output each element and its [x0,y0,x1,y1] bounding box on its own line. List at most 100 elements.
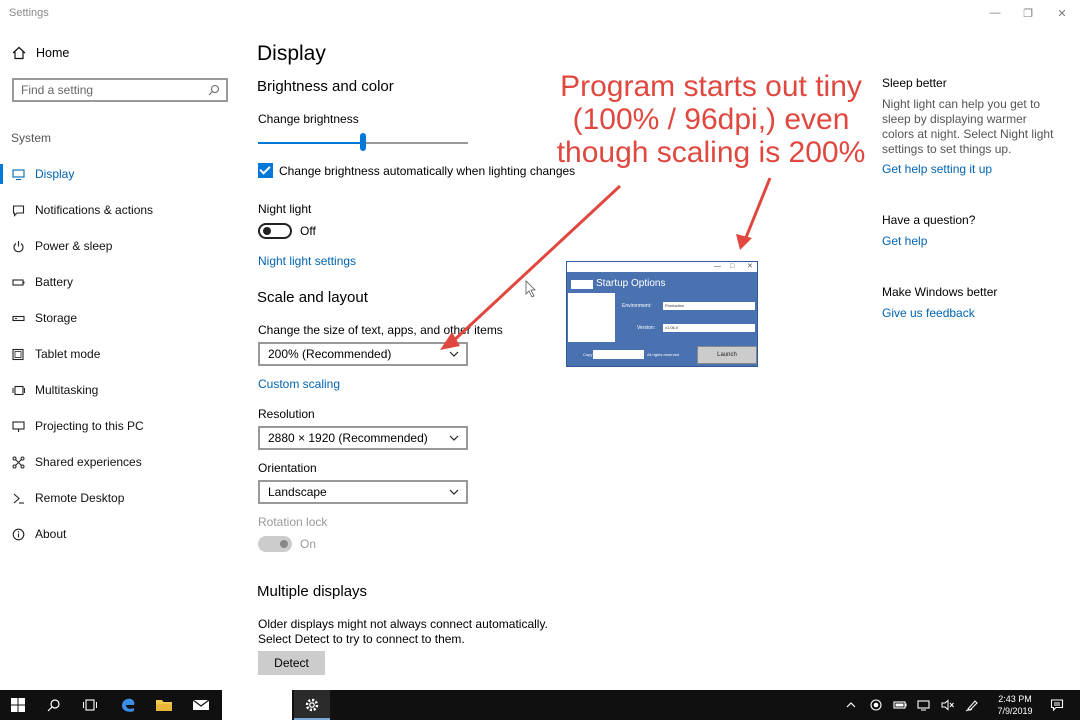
brightness-label: Change brightness [258,112,359,126]
orientation-dropdown-value: Landscape [268,485,327,499]
multiple-displays-description: Older displays might not always connect … [258,617,548,646]
action-center-icon [1050,699,1064,712]
search-input[interactable]: Find a setting [12,78,228,102]
sidebar-item-shared-experiences[interactable]: Shared experiences [0,444,240,480]
file-explorer-button[interactable] [146,690,182,720]
scale-dropdown-value: 200% (Recommended) [268,347,392,361]
startup-minimize-button[interactable]: — [714,262,721,272]
toggle-knob [263,227,271,235]
sidebar-item-display[interactable]: Display [0,156,240,192]
resolution-dropdown-value: 2880 × 1920 (Recommended) [268,431,428,445]
file-explorer-icon [156,700,172,711]
tray-volume-button[interactable] [937,690,959,720]
sidebar-item-label: Storage [35,311,78,325]
search-icon [208,85,219,96]
start-button[interactable] [0,690,36,720]
night-light-label: Night light [258,202,312,216]
record-icon [870,699,882,711]
orientation-label: Orientation [258,461,317,475]
shared-icon [12,456,25,468]
nav-section-label: System [11,131,52,145]
custom-scaling-link[interactable]: Custom scaling [258,377,340,391]
clock-time: 2:43 PM [998,694,1032,704]
auto-brightness-checkbox[interactable]: Change brightness automatically when lig… [258,163,575,178]
window-title: Settings [9,7,49,19]
sidebar-item-label: Power & sleep [35,239,113,253]
action-center-button[interactable] [1046,690,1068,720]
scale-heading: Scale and layout [257,289,368,306]
sidebar-item-storage[interactable]: Storage [0,300,240,336]
maximize-button[interactable]: ❐ [1016,4,1040,22]
power-icon [13,240,24,252]
notification-icon [12,204,25,217]
sleep-help-link[interactable]: Get help setting it up [882,162,992,176]
taskbar-app-thumbnail[interactable] [222,690,292,720]
multitasking-icon [12,385,25,395]
sidebar-item-power[interactable]: Power & sleep [0,228,240,264]
chevron-down-icon [449,435,459,441]
chevron-down-icon [449,489,459,495]
close-button[interactable]: ✕ [1050,4,1074,22]
sidebar-item-battery[interactable]: Battery [0,264,240,300]
taskbar-clock[interactable]: 2:43 PM 7/9/2019 [990,693,1040,717]
show-hidden-icons-button[interactable] [840,690,862,720]
sidebar-item-about[interactable]: About [0,516,240,552]
get-help-link[interactable]: Get help [882,234,927,248]
orientation-dropdown[interactable]: Landscape [258,480,468,504]
detect-button[interactable]: Detect [258,651,325,675]
scale-size-label: Change the size of text, apps, and other… [258,323,503,337]
settings-taskbar-button[interactable] [294,690,330,720]
night-light-toggle[interactable] [258,223,292,239]
tray-battery-button[interactable] [889,690,911,720]
night-light-state: Off [300,224,316,238]
nav-list: Display Notifications & actions Power & … [0,156,240,552]
sidebar-item-label: Remote Desktop [35,491,125,505]
launch-button[interactable]: Launch [697,346,757,364]
scale-dropdown[interactable]: 200% (Recommended) [258,342,468,366]
multiple-displays-heading: Multiple displays [257,583,368,600]
feedback-link[interactable]: Give us feedback [882,306,975,320]
version-label: Version: [637,325,656,331]
night-light-settings-link[interactable]: Night light settings [258,254,356,268]
arrow-head [736,234,752,250]
sidebar-item-label: Multitasking [35,383,99,397]
sidebar-item-remote-desktop[interactable]: Remote Desktop [0,480,240,516]
mail-button[interactable] [183,690,219,720]
home-link[interactable]: Home [12,46,69,60]
environment-select[interactable]: Production [663,302,755,310]
checkbox-label: Change brightness automatically when lig… [279,163,576,178]
battery-icon [893,701,907,709]
brightness-slider[interactable] [258,133,468,151]
checkbox-box[interactable] [258,163,273,178]
sidebar-item-tablet-mode[interactable]: Tablet mode [0,336,240,372]
taskbar-search-button[interactable] [36,690,72,720]
resolution-dropdown[interactable]: 2880 × 1920 (Recommended) [258,426,468,450]
chevron-up-icon [846,702,856,708]
network-icon [917,700,930,711]
tray-pen-button[interactable] [961,690,983,720]
version-select[interactable]: v1.06.0 [663,324,755,332]
slider-thumb[interactable] [360,133,366,151]
brightness-heading: Brightness and color [257,78,394,95]
startup-close-button[interactable]: ✕ [747,262,753,272]
task-view-button[interactable] [72,690,108,720]
volume-icon [941,699,954,711]
startup-maximize-button[interactable]: □ [730,262,734,272]
copyright-box [593,350,644,359]
taskbar: 2:43 PM 7/9/2019 [0,690,1080,720]
tray-record-button[interactable] [865,690,887,720]
environment-label: Environment: [622,303,652,309]
mail-icon [192,699,210,710]
sleep-text: Night light can help you get to sleep by… [882,97,1054,156]
minimize-button[interactable]: — [983,4,1007,22]
edge-button[interactable] [110,690,146,720]
projecting-icon [12,420,25,432]
sidebar-item-label: Display [35,167,75,181]
tray-network-button[interactable] [913,690,935,720]
info-icon [12,528,25,540]
remote-desktop-icon [13,493,24,504]
sidebar-item-multitasking[interactable]: Multitasking [0,372,240,408]
rotation-lock-toggle [258,536,292,552]
sidebar-item-projecting[interactable]: Projecting to this PC [0,408,240,444]
sidebar-item-notifications[interactable]: Notifications & actions [0,192,240,228]
